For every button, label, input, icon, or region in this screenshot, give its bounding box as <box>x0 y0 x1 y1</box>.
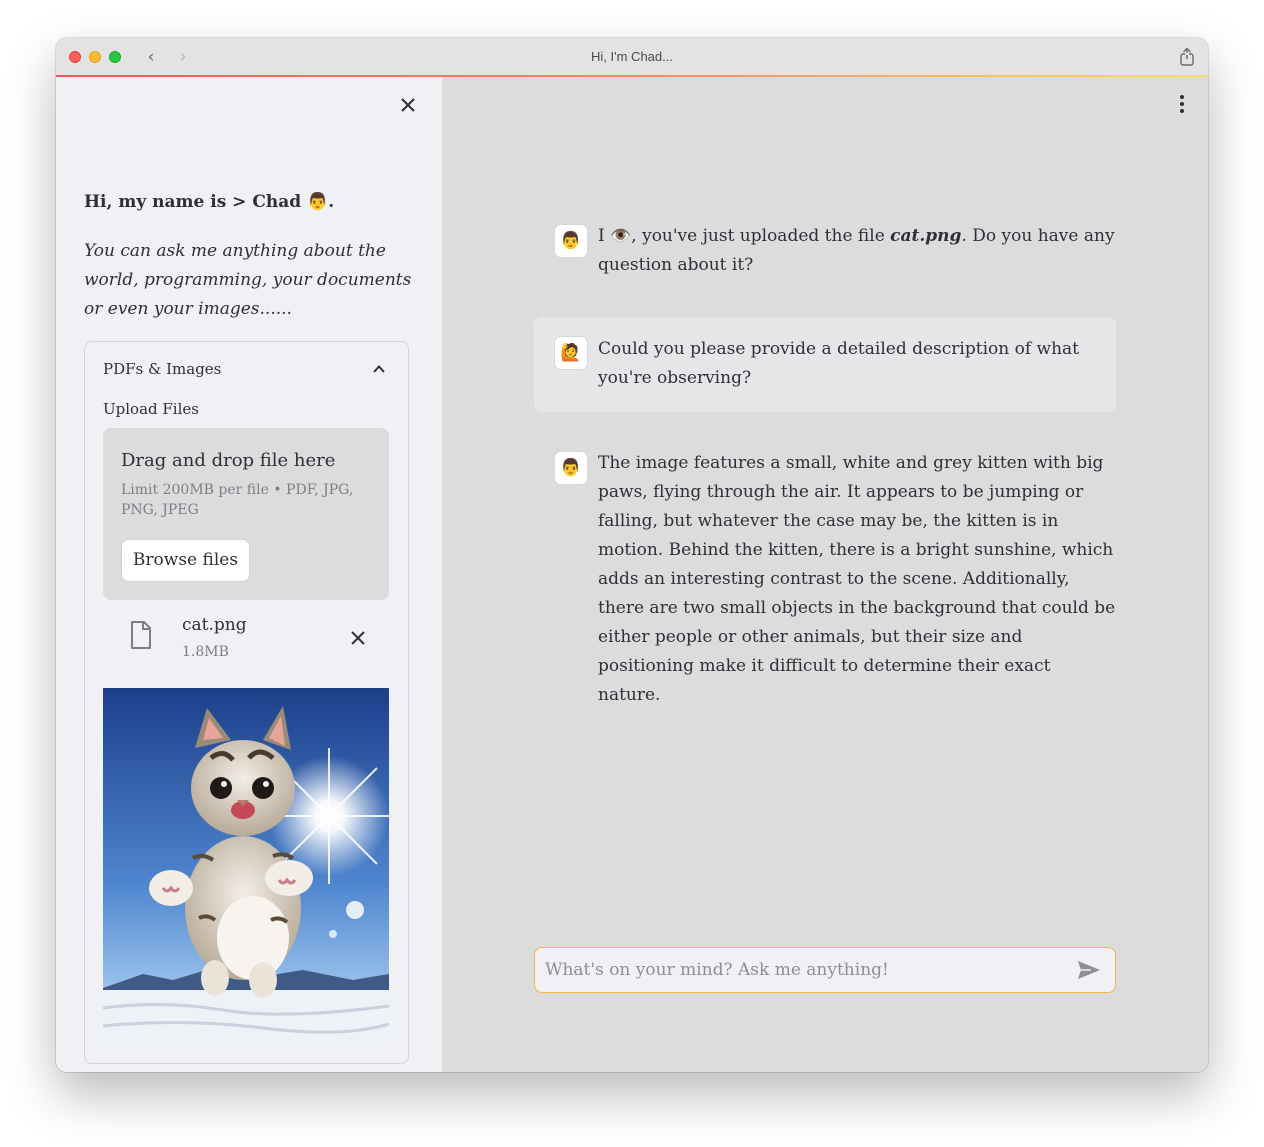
sidebar-greeting: Hi, my name is > Chad 👨. <box>84 192 335 212</box>
uploaded-image-preview <box>103 688 389 1045</box>
file-dropzone[interactable]: Drag and drop file here Limit 200MB per … <box>103 428 389 600</box>
remove-file-icon[interactable] <box>349 629 367 647</box>
assistant-avatar: 👨 <box>554 451 588 485</box>
kebab-menu-icon[interactable] <box>1174 93 1190 115</box>
browse-files-button[interactable]: Browse files <box>121 539 250 582</box>
file-icon <box>131 621 151 649</box>
send-icon[interactable] <box>1077 960 1101 980</box>
browser-window: ‹ › Hi, I'm Chad... Hi, my name is > Cha… <box>56 38 1208 1072</box>
assistant-avatar: 👨 <box>554 224 588 258</box>
upload-files-label: Upload Files <box>103 400 199 418</box>
chevron-up-icon[interactable] <box>372 362 386 376</box>
sidebar: Hi, my name is > Chad 👨. You can ask me … <box>56 77 442 1072</box>
message-text: I 👁️, you've just uploaded the file cat.… <box>598 222 1118 280</box>
uploaded-file-item: cat.png 1.8MB <box>103 608 389 666</box>
file-size: 1.8MB <box>182 644 229 660</box>
title-bar: ‹ › Hi, I'm Chad... <box>56 38 1208 76</box>
share-icon[interactable] <box>1178 47 1196 67</box>
file-name: cat.png <box>182 615 247 635</box>
message-text: The image features a small, white and gr… <box>598 453 1116 705</box>
message-text-part: I 👁️, you've just uploaded the file <box>598 226 891 246</box>
chat-message-assistant: 👨 I 👁️, you've just uploaded the file ca… <box>534 217 1116 287</box>
expander-title[interactable]: PDFs & Images <box>103 360 221 378</box>
dropzone-limit: Limit 200MB per file • PDF, JPG, PNG, JP… <box>121 482 354 518</box>
window-title: Hi, I'm Chad... <box>591 49 673 64</box>
user-avatar: 🙋 <box>554 336 588 370</box>
chat-message-assistant: 👨 The image features a small, white and … <box>534 444 1116 705</box>
message-file-name: cat.png <box>890 226 962 246</box>
message-text: Could you please provide a detailed desc… <box>598 339 1079 388</box>
chat-message-user: 🙋 Could you please provide a detailed de… <box>534 317 1116 412</box>
chat-input-field[interactable] <box>545 948 1065 992</box>
chat-main: 👨 I 👁️, you've just uploaded the file ca… <box>442 77 1208 1072</box>
chat-input-box[interactable] <box>534 947 1116 993</box>
pdfs-images-expander: PDFs & Images Upload Files Drag and drop… <box>84 341 409 1064</box>
dropzone-title: Drag and drop file here <box>121 450 336 471</box>
close-icon[interactable] <box>397 94 419 116</box>
sidebar-intro: You can ask me anything about the world,… <box>84 241 412 319</box>
